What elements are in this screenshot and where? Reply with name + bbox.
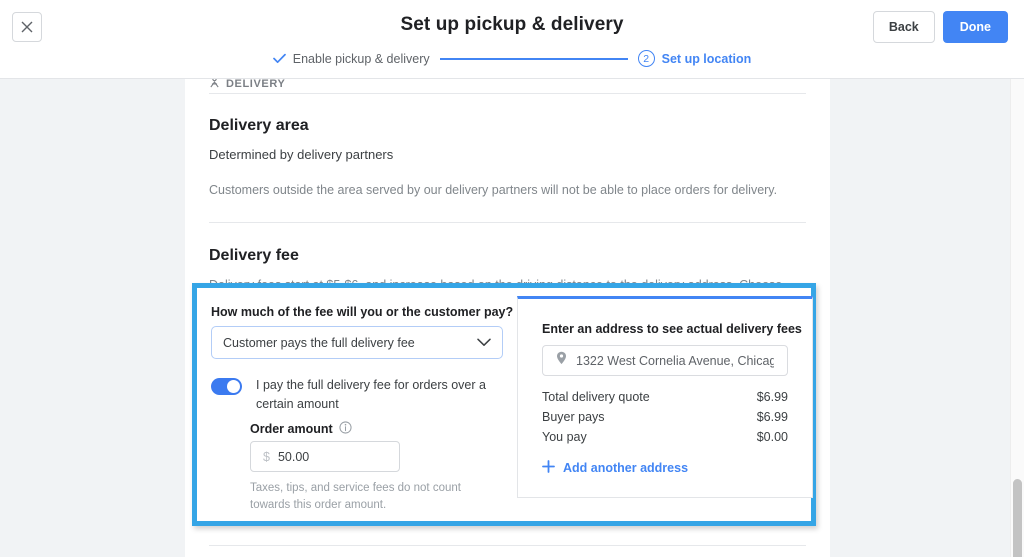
vertical-scrollbar-track[interactable] [1010,79,1024,557]
stepper: Enable pickup & delivery 2 Set up locati… [0,50,1024,67]
quote-row: Total delivery quote $6.99 [542,390,788,404]
done-button[interactable]: Done [942,11,1008,43]
quote-row: Buyer pays $6.99 [542,410,788,424]
vertical-scrollbar-thumb[interactable] [1013,479,1022,557]
address-value: 1322 West Cornelia Avenue, Chicago, I... [576,353,774,368]
delivery-area-note: Customers outside the area served by our… [209,183,778,197]
order-amount-label: Order amount [250,422,333,436]
quote-row: You pay $0.00 [542,430,788,444]
step-set-up-location[interactable]: 2 Set up location [637,50,752,67]
content-inner: DELIVERY Delivery area Determined by del… [185,79,830,315]
delivery-fee-settings: How much of the fee will you or the cust… [197,288,813,521]
order-amount-note: Taxes, tips, and service fees do not cou… [250,482,461,512]
divider-top [209,93,806,94]
plus-icon [542,460,555,476]
step-enable-pickup-delivery[interactable]: Enable pickup & delivery [272,51,430,66]
free-delivery-threshold-label: I pay the full delivery fee for orders o… [256,378,486,411]
quote-row-amount: $6.99 [756,390,788,404]
info-icon[interactable] [339,421,352,437]
app-root: Set up pickup & delivery Back Done Enabl… [0,0,1024,557]
quote-breakdown: Total delivery quote $6.99 Buyer pays $6… [542,390,788,450]
divider-bottom [209,545,806,546]
free-delivery-threshold-toggle[interactable] [211,378,242,395]
order-amount-value: 50.00 [277,449,310,464]
check-icon [272,53,286,64]
delivery-area-subtitle: Determined by delivery partners [209,147,394,162]
fee-payer-select-value: Customer pays the full delivery fee [223,335,415,350]
delivery-person-icon [209,79,220,90]
add-another-address-button[interactable]: Add another address [542,460,688,476]
quote-row-label: You pay [542,430,587,444]
back-button[interactable]: Back [872,11,935,43]
stepper-connector [439,57,628,60]
address-input[interactable]: 1322 West Cornelia Avenue, Chicago, I... [542,345,788,376]
order-amount-input[interactable]: $ 50.00 [250,441,400,472]
header-actions: Back Done [872,11,1008,43]
chevron-down-icon [477,334,491,352]
toggle-knob [227,380,240,393]
quote-row-amount: $0.00 [756,430,788,444]
delivery-fee-title: Delivery fee [209,247,299,264]
free-delivery-threshold-row: I pay the full delivery fee for orders o… [211,376,511,414]
fee-payer-select[interactable]: Customer pays the full delivery fee [211,326,503,359]
delivery-area-title: Delivery area [209,117,309,134]
location-pin-icon [556,351,567,370]
step-completed-label: Enable pickup & delivery [292,51,430,66]
quote-card-title: Enter an address to see actual delivery … [542,322,802,336]
delivery-quote-card: Enter an address to see actual delivery … [517,296,813,498]
order-amount-label-row: Order amount [250,421,352,437]
currency-symbol: $ [263,449,270,464]
step-current-label: Set up location [661,51,752,66]
quote-row-label: Total delivery quote [542,390,650,404]
modal-header: Set up pickup & delivery Back Done Enabl… [0,0,1024,79]
add-another-address-label: Add another address [563,461,689,475]
quote-row-amount: $6.99 [756,410,788,424]
delivery-section-header: DELIVERY [209,79,806,90]
delivery-fee-settings-highlight: How much of the fee will you or the cust… [192,283,816,526]
step-number-badge: 2 [637,50,655,67]
fee-question-label: How much of the fee will you or the cust… [211,305,514,319]
divider-middle [209,222,806,223]
delivery-section-label: DELIVERY [226,79,286,90]
quote-row-label: Buyer pays [542,410,605,424]
page-title: Set up pickup & delivery [400,14,624,35]
